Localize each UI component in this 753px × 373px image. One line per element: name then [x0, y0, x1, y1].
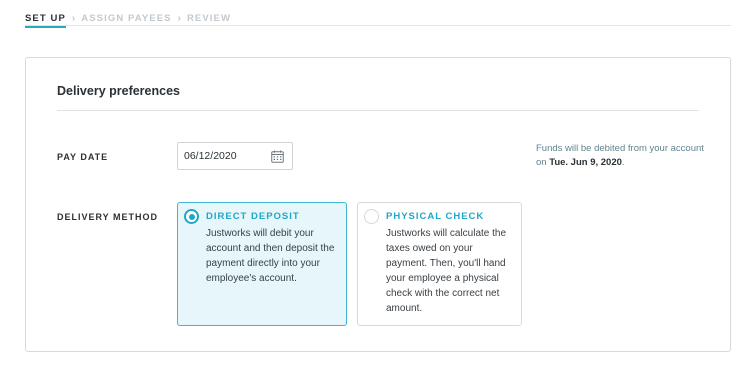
physical-check-option[interactable]: PHYSICAL CHECK Justworks will calculate …	[357, 202, 522, 326]
step-review[interactable]: REVIEW	[187, 13, 231, 24]
step-set-up[interactable]: SET UP	[25, 13, 66, 28]
direct-deposit-radio[interactable]	[184, 209, 199, 224]
calendar-icon[interactable]	[271, 150, 284, 163]
pay-date-input[interactable]: 06/12/2020	[177, 142, 293, 170]
physical-check-radio[interactable]	[364, 209, 379, 224]
direct-deposit-option[interactable]: DIRECT DEPOSIT Justworks will debit your…	[177, 202, 347, 326]
direct-deposit-description: Justworks will debit your account and th…	[206, 228, 335, 284]
chevron-right-icon: ›	[71, 13, 76, 24]
direct-deposit-title: DIRECT DEPOSIT	[206, 211, 300, 222]
chevron-right-icon: ›	[177, 13, 181, 24]
stepper: SET UP › ASSIGN PAYEES › REVIEW	[25, 11, 231, 28]
delivery-preferences-card: Delivery preferences PAY DATE 06/12/2020…	[25, 57, 731, 352]
pay-date-value: 06/12/2020	[184, 150, 237, 162]
card-divider	[57, 110, 699, 111]
delivery-method-label: DELIVERY METHOD	[57, 212, 159, 222]
pay-date-label: PAY DATE	[57, 152, 109, 162]
funds-note-suffix: .	[621, 157, 625, 168]
stepper-divider	[25, 25, 731, 26]
step-assign-payees[interactable]: ASSIGN PAYEES	[81, 13, 171, 24]
funds-debit-note: Funds will be debited from your account …	[536, 142, 706, 170]
card-title: Delivery preferences	[57, 84, 180, 98]
physical-check-title: PHYSICAL CHECK	[386, 211, 485, 222]
physical-check-description: Justworks will calculate the taxes owed …	[386, 228, 507, 314]
funds-debit-date: Tue. Jun 9, 2020	[549, 157, 622, 168]
